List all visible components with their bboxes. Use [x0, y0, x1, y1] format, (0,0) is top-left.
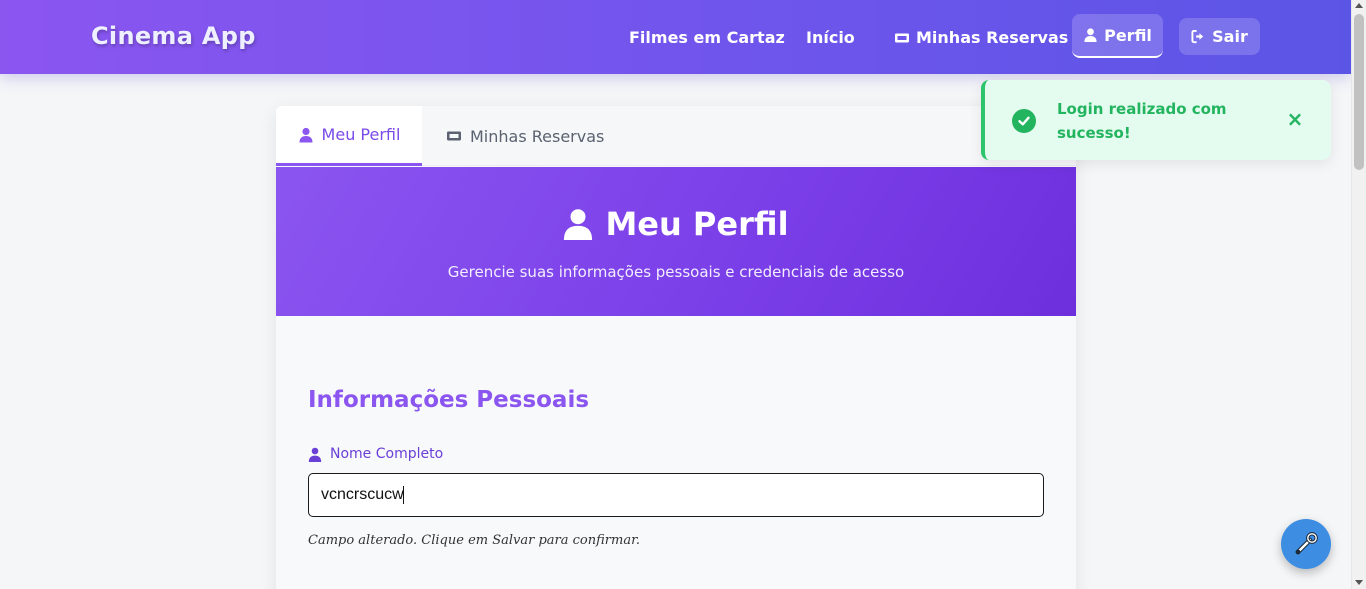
- tools-floating-button[interactable]: [1281, 519, 1331, 569]
- close-icon[interactable]: ×: [1285, 107, 1305, 131]
- page-subtitle: Gerencie suas informações pessoais e cre…: [447, 263, 905, 281]
- sign-out-icon: [1191, 29, 1204, 44]
- nav-link-inicio[interactable]: Início: [806, 28, 855, 47]
- tab-meu-perfil[interactable]: Meu Perfil: [276, 106, 422, 166]
- full-name-input[interactable]: [308, 473, 1044, 517]
- brand-logo[interactable]: Cinema App: [91, 22, 256, 50]
- nav-link-label: Filmes em Cartaz: [629, 28, 785, 47]
- page-title: Meu Perfil: [276, 205, 1076, 243]
- tab-minhas-reservas[interactable]: Minhas Reservas: [446, 106, 604, 166]
- nav-link-label: Minhas Reservas: [916, 28, 1069, 47]
- user-icon: [564, 209, 593, 240]
- ticket-icon: [895, 33, 909, 42]
- wrench-icon: [1295, 532, 1318, 555]
- user-icon: [299, 127, 313, 142]
- profile-tabs: Meu Perfil Minhas Reservas: [276, 106, 1076, 166]
- profile-hero: Meu Perfil Gerencie suas informações pes…: [276, 167, 1076, 316]
- nav-link-perfil[interactable]: Perfil: [1072, 14, 1163, 58]
- scroll-up-icon[interactable]: [1355, 3, 1363, 8]
- nav-link-label: Sair: [1212, 27, 1248, 46]
- navbar: Cinema App Filmes em Cartaz Início Minha…: [0, 0, 1351, 74]
- nav-link-label: Perfil: [1104, 25, 1152, 45]
- tab-label: Minhas Reservas: [470, 126, 605, 146]
- logout-button[interactable]: Sair: [1179, 18, 1260, 55]
- nav-link-label: Início: [806, 28, 855, 47]
- text-caret: [403, 486, 404, 504]
- scrollbar-thumb[interactable]: [1354, 14, 1364, 170]
- name-field-label: Nome Completo: [308, 446, 443, 462]
- field-changed-hint: Campo alterado. Clique em Salvar para co…: [308, 533, 641, 548]
- toast-message: Login realizado com sucesso!: [1057, 100, 1227, 142]
- section-title-personal-info: Informações Pessoais: [308, 387, 590, 413]
- ticket-icon: [447, 131, 461, 141]
- success-toast: Login realizado com sucesso! ×: [981, 80, 1331, 160]
- user-icon: [1084, 28, 1097, 43]
- name-field-label-text: Nome Completo: [330, 446, 444, 462]
- scroll-down-icon[interactable]: [1355, 580, 1363, 585]
- check-circle-icon: [1012, 109, 1036, 133]
- page-scrollbar[interactable]: [1351, 0, 1366, 589]
- nav-link-filmes-em-cartaz[interactable]: Filmes em Cartaz: [629, 28, 785, 47]
- page-title-text: Meu Perfil: [605, 205, 789, 243]
- nav-link-minhas-reservas[interactable]: Minhas Reservas: [894, 28, 1068, 47]
- user-icon: [308, 447, 322, 462]
- tab-label: Meu Perfil: [321, 125, 401, 144]
